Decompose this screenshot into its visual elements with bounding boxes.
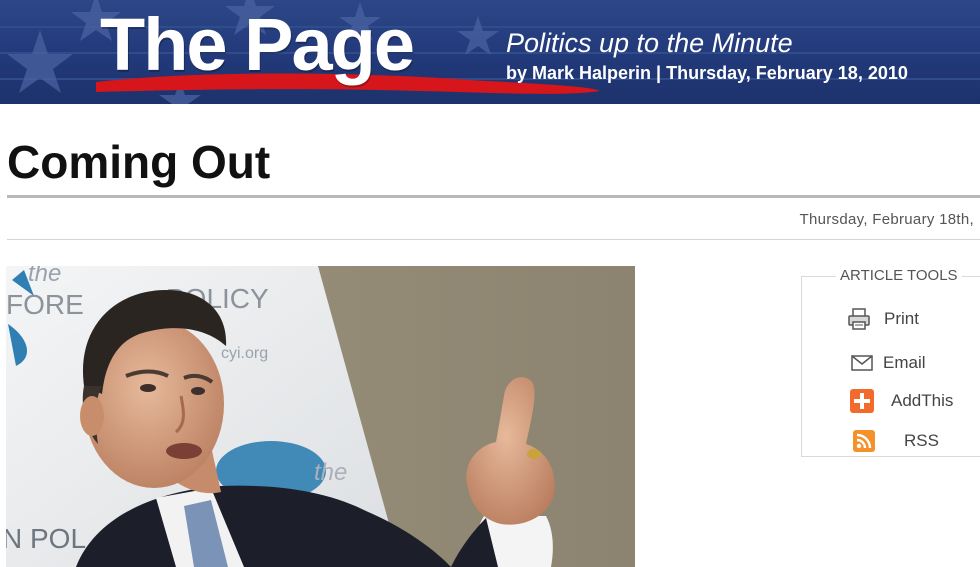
site-byline: by Mark Halperin | Thursday, February 18… — [506, 63, 908, 83]
article-headline: Coming Out — [7, 136, 271, 188]
article-dateline: Thursday, February 18th, — [799, 211, 974, 228]
printer-icon — [846, 306, 872, 332]
site-logo[interactable]: The Page — [100, 8, 415, 82]
site-tagline: Politics up to the Minute — [506, 28, 793, 58]
headline-divider — [7, 195, 980, 198]
plus-icon — [849, 388, 875, 414]
rss-link[interactable]: RSS — [851, 428, 939, 454]
dateline-divider — [7, 239, 980, 240]
site-banner: The Page Politics up to the Minute by Ma… — [0, 0, 980, 104]
addthis-label: AddThis — [891, 391, 954, 410]
print-link[interactable]: Print — [846, 306, 919, 332]
envelope-icon — [849, 350, 875, 376]
email-link[interactable]: Email — [849, 350, 926, 376]
article-photo: the FORE POLICY cyi.org the N POL — [6, 266, 635, 567]
rss-label: RSS — [904, 431, 939, 450]
backdrop-text: FORE — [6, 289, 84, 320]
email-label: Email — [883, 353, 926, 372]
backdrop-text: cyi.org — [221, 345, 268, 362]
rss-icon — [851, 428, 877, 454]
backdrop-text: the — [28, 266, 61, 287]
print-label: Print — [884, 309, 919, 328]
addthis-link[interactable]: AddThis — [849, 388, 953, 414]
backdrop-text: the — [314, 459, 347, 486]
article-tools-title: ARTICLE TOOLS — [836, 267, 962, 284]
backdrop-text: N POL — [6, 523, 86, 554]
